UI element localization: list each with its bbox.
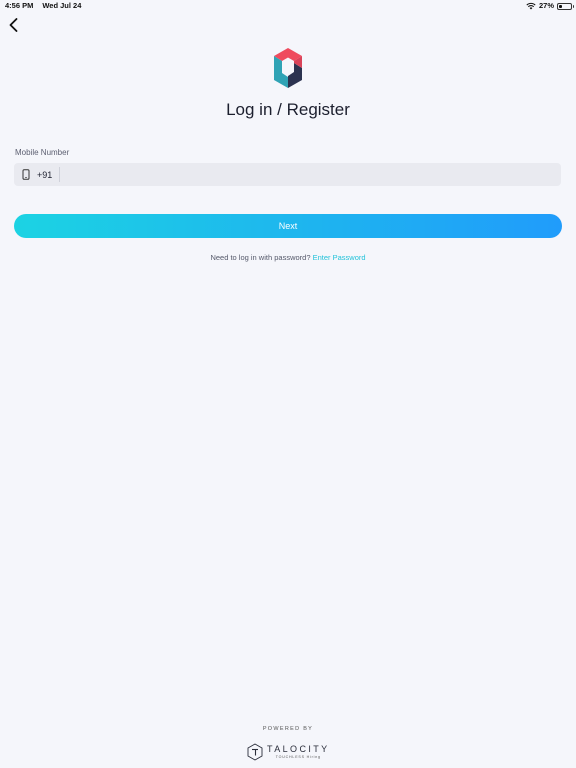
page-title: Log in / Register	[226, 100, 350, 119]
wifi-icon	[526, 2, 536, 10]
login-screen: 4:56 PM Wed Jul 24 27% Log in / Register…	[0, 0, 576, 768]
brand-tagline: TOUCHLESS Hiring	[275, 755, 321, 759]
powered-by-label: POWERED BY	[262, 726, 314, 732]
status-right: 27%	[526, 0, 574, 12]
brand-text: TALOCITY TOUCHLESS Hiring	[267, 744, 330, 760]
status-time: 4:56 PM	[5, 1, 34, 10]
mobile-number-input[interactable]	[66, 162, 561, 187]
mobile-phone-icon	[22, 169, 30, 180]
chevron-left-icon	[9, 18, 17, 32]
country-code[interactable]: +91	[37, 170, 52, 180]
password-prompt-text: Need to log in with password?	[210, 253, 311, 262]
cube-logo-icon	[274, 48, 302, 88]
field-divider	[59, 167, 61, 182]
talocity-logo-icon	[247, 743, 263, 761]
next-button[interactable]: Next	[14, 214, 562, 238]
battery-fill	[559, 4, 562, 8]
mobile-number-label: Mobile Number	[15, 148, 70, 157]
status-left: 4:56 PM Wed Jul 24	[5, 0, 81, 12]
battery-percentage: 27%	[538, 1, 554, 10]
battery-icon	[557, 2, 574, 10]
mobile-number-field[interactable]: +91	[14, 162, 561, 187]
password-prompt: Need to log in with password? Enter Pass…	[0, 253, 576, 262]
status-bar: 4:56 PM Wed Jul 24 27%	[0, 0, 576, 12]
talocity-brand: TALOCITY TOUCHLESS Hiring	[247, 742, 330, 762]
back-button[interactable]	[4, 15, 22, 35]
enter-password-link[interactable]: Enter Password	[313, 253, 366, 262]
brand-name: TALOCITY	[267, 744, 330, 754]
status-date: Wed Jul 24	[42, 1, 82, 10]
